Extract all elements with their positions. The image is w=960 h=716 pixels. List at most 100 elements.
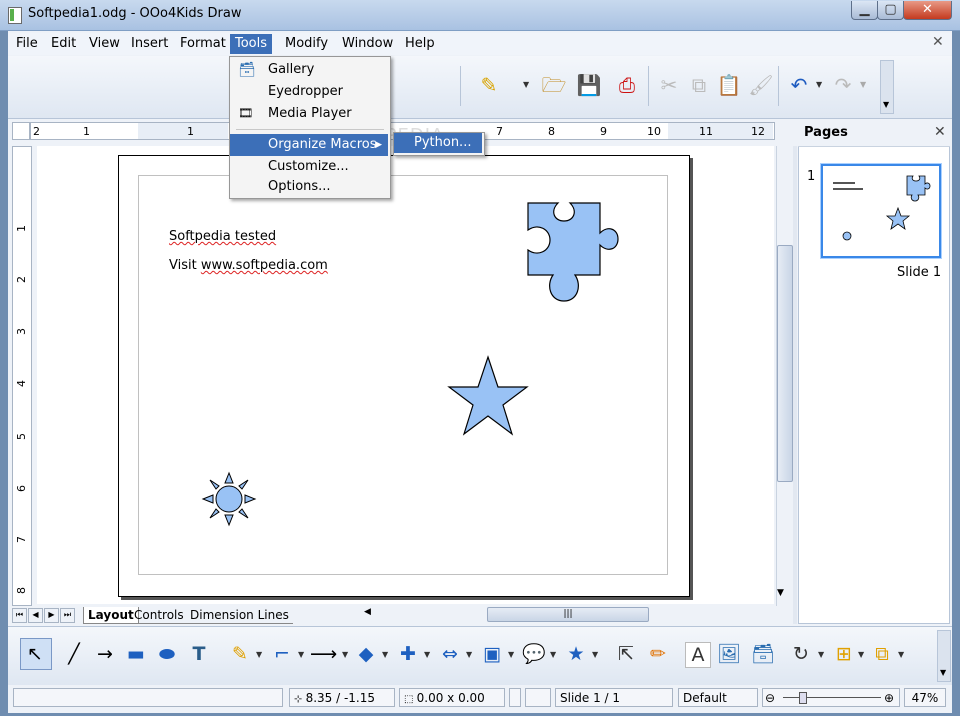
dropdown-arrow-icon[interactable]: ▼ bbox=[256, 650, 262, 659]
menu-file[interactable]: File bbox=[11, 34, 43, 54]
dropdown-arrow-icon[interactable]: ▼ bbox=[342, 650, 348, 659]
basic-shapes-icon[interactable]: ◆ bbox=[354, 642, 378, 666]
symbol-shapes-icon[interactable]: ✚ bbox=[396, 642, 420, 666]
lines-arrows-tool-icon[interactable]: ⟶ bbox=[310, 642, 337, 666]
zoom-slider-track[interactable] bbox=[783, 697, 881, 698]
dropdown-arrow-icon[interactable]: ▼ bbox=[508, 650, 514, 659]
zoom-slider[interactable]: ⊖ ⊕ bbox=[762, 688, 900, 707]
stars-icon[interactable]: ★ bbox=[564, 642, 588, 666]
puzzle-piece-shape[interactable] bbox=[520, 195, 625, 307]
dropdown-arrow-icon[interactable]: ▼ bbox=[382, 650, 388, 659]
menu-insert[interactable]: Insert bbox=[126, 34, 173, 54]
open-folder-icon[interactable]: 🗁 bbox=[541, 72, 567, 98]
connector-tool-icon[interactable]: ⌐ bbox=[270, 642, 294, 666]
line-arrow-tool-icon[interactable]: → bbox=[93, 642, 117, 666]
glue-points-icon[interactable]: ✏ bbox=[646, 642, 670, 666]
zoom-slider-thumb[interactable] bbox=[799, 692, 807, 704]
flowchart-icon[interactable]: ▣ bbox=[480, 642, 504, 666]
star-shape[interactable] bbox=[447, 355, 529, 437]
toolbar-separator bbox=[460, 66, 461, 106]
menu-edit[interactable]: Edit bbox=[46, 34, 81, 54]
dropdown-arrow-icon[interactable]: ▼ bbox=[898, 650, 904, 659]
ruler-tick: 7 bbox=[496, 125, 503, 138]
dropdown-arrow-icon[interactable]: ▼ bbox=[818, 650, 824, 659]
text-visit-link[interactable]: Visit www.softpedia.com bbox=[169, 258, 328, 273]
select-arrow-icon[interactable]: ↖ bbox=[23, 642, 47, 666]
close-document-icon[interactable]: ✕ bbox=[932, 34, 944, 50]
tab-prev-icon[interactable]: ◀ bbox=[28, 608, 43, 623]
line-tool-icon[interactable]: ╱ bbox=[62, 642, 86, 666]
cut-icon[interactable]: ✂ bbox=[656, 72, 682, 98]
maximize-button[interactable]: ▢ bbox=[877, 1, 904, 20]
dropdown-arrow-icon[interactable]: ▼ bbox=[523, 80, 529, 89]
status-signature-cell[interactable] bbox=[525, 688, 551, 707]
horizontal-scroll-thumb[interactable]: ||| bbox=[487, 607, 649, 622]
menu-item-organize-macros[interactable]: Organize Macros ▶ bbox=[230, 134, 388, 156]
dropdown-arrow-icon[interactable]: ▼ bbox=[424, 650, 430, 659]
tab-last-icon[interactable]: ⏭ bbox=[60, 608, 75, 623]
vertical-scroll-thumb[interactable] bbox=[777, 245, 793, 482]
redo-icon[interactable]: ↷ bbox=[830, 72, 856, 98]
dropdown-arrow-icon[interactable]: ▼ bbox=[592, 650, 598, 659]
status-zoom[interactable]: 47% bbox=[904, 688, 946, 707]
curve-tool-icon[interactable]: ✎ bbox=[228, 642, 252, 666]
block-arrows-icon[interactable]: ⇔ bbox=[438, 642, 462, 666]
save-icon[interactable]: 💾 bbox=[576, 72, 602, 98]
undo-icon[interactable]: ↶ bbox=[786, 72, 812, 98]
menu-item-customize[interactable]: Customize... bbox=[230, 156, 388, 178]
alignment-icon[interactable]: ⊞ bbox=[832, 642, 856, 666]
export-pdf-icon[interactable]: ⎙ bbox=[614, 72, 640, 98]
points-icon[interactable]: ⇱ bbox=[614, 642, 638, 666]
status-layout[interactable]: Default bbox=[678, 688, 758, 707]
pages-pane-close-icon[interactable]: ✕ bbox=[934, 124, 946, 140]
tab-controls[interactable]: Controls bbox=[130, 607, 188, 624]
insert-image-icon[interactable]: 🖼 bbox=[717, 642, 741, 666]
text-softpedia-tested[interactable]: Softpedia tested bbox=[169, 229, 276, 244]
minimize-button[interactable]: ▁ bbox=[851, 1, 878, 20]
edit-file-icon[interactable]: ✎ bbox=[476, 72, 502, 98]
menu-modify[interactable]: Modify bbox=[280, 34, 333, 54]
close-window-button[interactable]: ✕ bbox=[903, 1, 952, 20]
ellipse-tool-icon[interactable]: ⬬ bbox=[155, 642, 179, 666]
menu-item-media-player[interactable]: Media Player bbox=[230, 103, 388, 125]
paste-icon[interactable]: 📋 bbox=[716, 72, 742, 98]
sun-shape[interactable] bbox=[201, 471, 257, 527]
menu-help[interactable]: Help bbox=[400, 34, 440, 54]
dropdown-arrow-icon[interactable]: ▼ bbox=[550, 650, 556, 659]
scroll-left-arrow-icon[interactable]: ◀ bbox=[364, 607, 371, 617]
tab-dimension-lines[interactable]: Dimension Lines bbox=[186, 607, 293, 624]
callouts-icon[interactable]: 💬 bbox=[522, 642, 546, 666]
menu-format[interactable]: Format bbox=[175, 34, 231, 54]
scroll-down-arrow-icon[interactable]: ▼ bbox=[777, 588, 784, 598]
rotate-icon[interactable]: ↻ bbox=[789, 642, 813, 666]
menu-view[interactable]: View bbox=[84, 34, 125, 54]
zoom-out-icon[interactable]: ⊖ bbox=[765, 689, 775, 707]
drawbar-overflow-icon[interactable]: ▼ bbox=[940, 668, 946, 677]
dropdown-arrow-icon[interactable]: ▼ bbox=[858, 650, 864, 659]
tab-next-icon[interactable]: ▶ bbox=[44, 608, 59, 623]
text-line-2-link: www.softpedia.com bbox=[200, 258, 328, 273]
ruler-tick: 1 bbox=[83, 125, 90, 138]
dropdown-arrow-icon[interactable]: ▼ bbox=[298, 650, 304, 659]
toolbar-overflow-icon[interactable]: ▼ bbox=[883, 100, 889, 109]
pane-splitter[interactable] bbox=[793, 146, 797, 624]
menu-item-gallery[interactable]: Gallery bbox=[230, 59, 388, 81]
text-tool-icon[interactable]: T bbox=[187, 642, 211, 666]
menu-tools[interactable]: Tools bbox=[230, 34, 273, 54]
gallery-icon[interactable]: 🗃 bbox=[751, 642, 775, 666]
menu-item-options[interactable]: Options... bbox=[230, 176, 388, 198]
dropdown-arrow-icon[interactable]: ▼ bbox=[466, 650, 472, 659]
menu-window[interactable]: Window bbox=[337, 34, 398, 54]
tab-first-icon[interactable]: ⏮ bbox=[12, 608, 27, 623]
rectangle-tool-icon[interactable]: ▬ bbox=[124, 642, 148, 666]
fontwork-icon[interactable]: A bbox=[685, 642, 711, 668]
undo-dropdown-icon[interactable]: ▼ bbox=[816, 80, 822, 89]
copy-icon[interactable]: ⧉ bbox=[686, 72, 712, 98]
redo-dropdown-icon[interactable]: ▼ bbox=[860, 80, 866, 89]
arrange-icon[interactable]: ⧉ bbox=[870, 642, 894, 666]
clone-formatting-icon[interactable]: 🖌 bbox=[748, 72, 774, 98]
menu-item-python[interactable]: Python... bbox=[394, 133, 482, 153]
slide-thumbnail[interactable] bbox=[821, 164, 941, 258]
zoom-in-icon[interactable]: ⊕ bbox=[884, 689, 894, 707]
menu-item-eyedropper[interactable]: Eyedropper bbox=[230, 81, 388, 103]
